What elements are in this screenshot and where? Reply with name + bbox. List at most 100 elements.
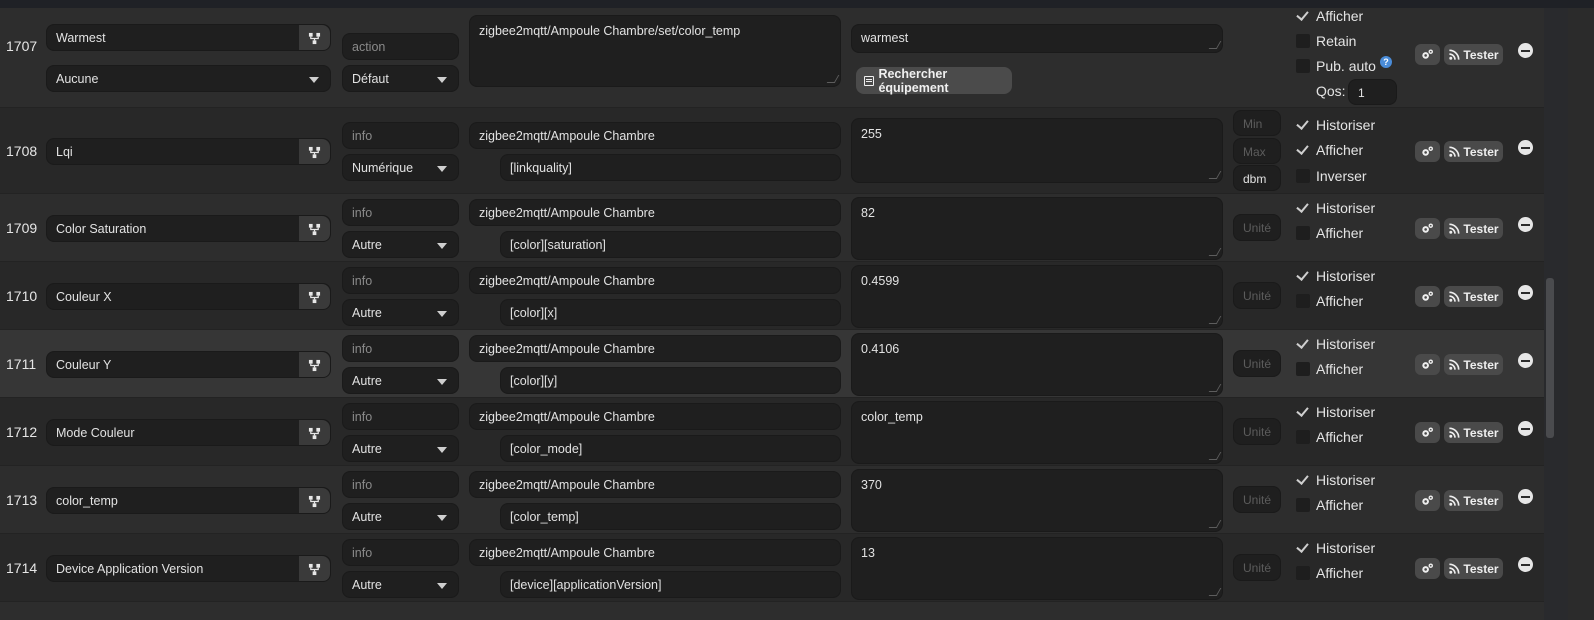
topic-input[interactable]: zigbee2mqtt/Ampoule Chambre xyxy=(469,267,841,294)
json-path-input[interactable]: [color][x] xyxy=(500,299,841,326)
resize-grip[interactable] xyxy=(1208,41,1222,49)
json-path-input[interactable]: [color][saturation] xyxy=(500,231,841,258)
option-afficher[interactable]: Afficher xyxy=(1296,142,1363,158)
json-path-input[interactable]: [device][applicationVersion] xyxy=(500,571,841,598)
json-path-input[interactable]: [color_temp] xyxy=(500,503,841,530)
command-name-input[interactable]: Couleur Y xyxy=(46,351,331,378)
minus-circle-icon[interactable] xyxy=(1518,489,1533,504)
checkbox[interactable] xyxy=(1296,143,1310,157)
network-icon[interactable] xyxy=(299,488,330,513)
topic-input[interactable]: zigbee2mqtt/Ampoule Chambre xyxy=(469,403,841,430)
option-historiser[interactable]: Historiser xyxy=(1296,472,1375,488)
resize-grip[interactable] xyxy=(1208,316,1222,324)
topic-input[interactable]: zigbee2mqtt/Ampoule Chambre xyxy=(469,122,841,149)
value-textarea[interactable]: color_temp xyxy=(851,401,1223,464)
option-afficher[interactable]: Afficher xyxy=(1296,565,1363,581)
checkbox[interactable] xyxy=(1296,59,1310,73)
gears-icon[interactable] xyxy=(1415,141,1440,162)
option-afficher[interactable]: Afficher xyxy=(1296,293,1363,309)
gears-icon[interactable] xyxy=(1415,354,1440,375)
json-path-input[interactable]: [color][y] xyxy=(500,367,841,394)
option-retain[interactable]: Retain xyxy=(1296,33,1356,49)
generic-type-select[interactable]: Autre xyxy=(342,503,459,530)
gears-icon[interactable] xyxy=(1415,490,1440,511)
checkbox[interactable] xyxy=(1296,294,1310,308)
command-name-input[interactable]: Mode Couleur xyxy=(46,419,331,446)
minus-circle-icon[interactable] xyxy=(1518,285,1533,300)
resize-grip[interactable] xyxy=(1208,384,1222,392)
option-afficher[interactable]: Afficher xyxy=(1296,497,1363,513)
option-historiser[interactable]: Historiser xyxy=(1296,404,1375,420)
command-name-input[interactable]: Device Application Version xyxy=(46,555,331,582)
resize-grip[interactable] xyxy=(1208,248,1222,256)
resize-grip[interactable] xyxy=(826,75,840,83)
gears-icon[interactable] xyxy=(1415,286,1440,307)
command-name-input[interactable]: Lqi xyxy=(46,138,331,165)
value-textarea[interactable]: warmest xyxy=(851,24,1223,53)
option-pub-auto[interactable]: Pub. auto? xyxy=(1296,56,1392,74)
checkbox[interactable] xyxy=(1296,541,1310,555)
resize-grip[interactable] xyxy=(1208,452,1222,460)
generic-type-select[interactable]: Autre xyxy=(342,571,459,598)
test-button[interactable]: Tester xyxy=(1444,286,1503,307)
max-input[interactable]: Max xyxy=(1233,138,1281,164)
test-button[interactable]: Tester xyxy=(1444,354,1503,375)
value-textarea[interactable]: 82 xyxy=(851,197,1223,260)
value-textarea[interactable]: 0.4106 xyxy=(851,333,1223,396)
generic-type-select[interactable]: Autre xyxy=(342,435,459,462)
unit-input[interactable]: dbm xyxy=(1233,165,1281,191)
unit-input[interactable]: Unité xyxy=(1233,282,1281,309)
network-icon[interactable] xyxy=(299,216,330,241)
unit-input[interactable]: Unité xyxy=(1233,214,1281,241)
minus-circle-icon[interactable] xyxy=(1518,140,1533,155)
checkbox[interactable] xyxy=(1296,337,1310,351)
gears-icon[interactable] xyxy=(1415,558,1440,579)
scrollbar-thumb[interactable] xyxy=(1546,278,1554,438)
minus-circle-icon[interactable] xyxy=(1518,421,1533,436)
min-input[interactable]: Min xyxy=(1233,110,1281,136)
option-afficher[interactable]: Afficher xyxy=(1296,361,1363,377)
unit-input[interactable]: Unité xyxy=(1233,486,1281,513)
option-historiser[interactable]: Historiser xyxy=(1296,336,1375,352)
option-afficher[interactable]: Afficher xyxy=(1296,8,1363,24)
value-textarea[interactable]: 13 xyxy=(851,537,1223,600)
checkbox[interactable] xyxy=(1296,430,1310,444)
gears-icon[interactable] xyxy=(1415,44,1440,65)
generic-type-select[interactable]: Défaut xyxy=(342,65,459,92)
command-name-input[interactable]: Warmest xyxy=(46,24,331,51)
topic-input[interactable]: zigbee2mqtt/Ampoule Chambre xyxy=(469,199,841,226)
checkbox[interactable] xyxy=(1296,201,1310,215)
generic-type-select[interactable]: Autre xyxy=(342,367,459,394)
unit-input[interactable]: Unité xyxy=(1233,418,1281,445)
qos-input[interactable]: 1 xyxy=(1348,79,1397,105)
gears-icon[interactable] xyxy=(1415,218,1440,239)
checkbox[interactable] xyxy=(1296,226,1310,240)
topic-input[interactable]: zigbee2mqtt/Ampoule Chambre xyxy=(469,471,841,498)
checkbox[interactable] xyxy=(1296,566,1310,580)
gears-icon[interactable] xyxy=(1415,422,1440,443)
command-name-input[interactable]: Color Saturation xyxy=(46,215,331,242)
unit-input[interactable]: Unité xyxy=(1233,554,1281,581)
command-name-input[interactable]: Couleur X xyxy=(46,283,331,310)
topic-input[interactable]: zigbee2mqtt/Ampoule Chambre xyxy=(469,539,841,566)
value-textarea[interactable]: 370 xyxy=(851,469,1223,532)
network-icon[interactable] xyxy=(299,139,330,164)
json-path-input[interactable]: [linkquality] xyxy=(500,154,841,181)
network-icon[interactable] xyxy=(299,420,330,445)
checkbox[interactable] xyxy=(1296,498,1310,512)
test-button[interactable]: Tester xyxy=(1444,490,1503,511)
minus-circle-icon[interactable] xyxy=(1518,217,1533,232)
checkbox[interactable] xyxy=(1296,118,1310,132)
generic-type-select[interactable]: Autre xyxy=(342,231,459,258)
option-inverser[interactable]: Inverser xyxy=(1296,168,1367,184)
checkbox[interactable] xyxy=(1296,473,1310,487)
checkbox[interactable] xyxy=(1296,34,1310,48)
test-button[interactable]: Tester xyxy=(1444,218,1503,239)
option-historiser[interactable]: Historiser xyxy=(1296,200,1375,216)
network-icon[interactable] xyxy=(299,25,330,50)
test-button[interactable]: Tester xyxy=(1444,141,1503,162)
minus-circle-icon[interactable] xyxy=(1518,557,1533,572)
subtype-select[interactable]: Aucune xyxy=(46,65,331,92)
checkbox[interactable] xyxy=(1296,9,1310,23)
network-icon[interactable] xyxy=(299,284,330,309)
